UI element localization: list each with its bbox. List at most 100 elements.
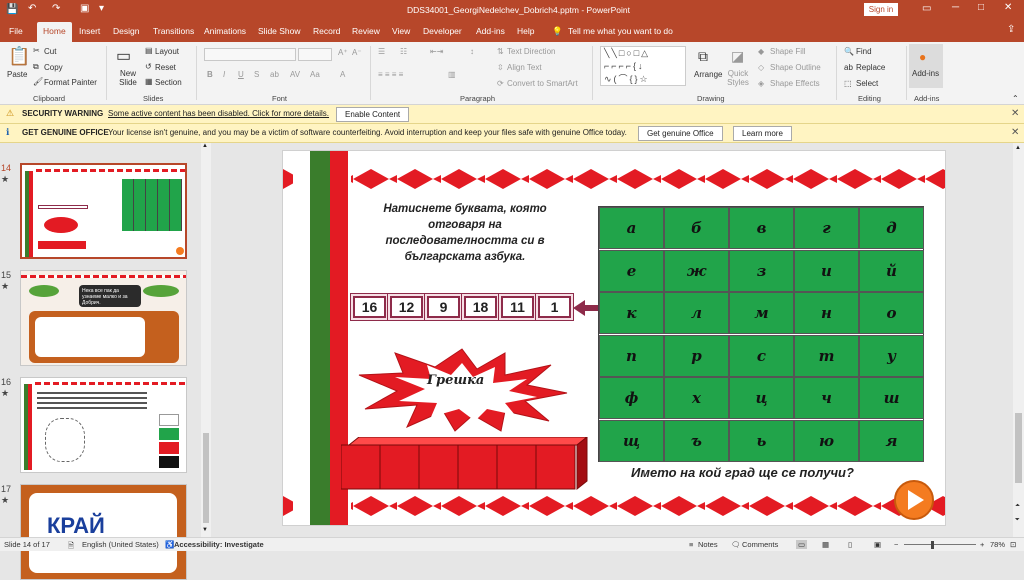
language-indicator[interactable]: English (United States) [82,540,159,549]
letter-tile[interactable]: к [599,292,664,334]
letter-tile[interactable]: щ [599,419,664,462]
line-spacing-icon[interactable]: ↕ [470,47,474,56]
letter-tile[interactable]: ц [729,377,794,419]
thumbnail-slide-14[interactable] [20,163,187,259]
reading-view-icon[interactable]: ▯ [848,540,852,549]
letter-tile[interactable]: ч [794,377,859,419]
start-from-beginning-icon[interactable]: ▣ [80,3,89,14]
letter-tile[interactable]: н [794,292,859,334]
tab-view[interactable]: View [392,26,410,36]
notes-button[interactable]: Notes [698,540,718,549]
tell-me-search[interactable]: Tell me what you want to do [568,26,673,36]
tab-insert[interactable]: Insert [79,26,100,36]
letter-tile[interactable]: м [729,292,794,334]
undo-icon[interactable]: ↶ [28,3,36,14]
letter-tile[interactable]: л [664,292,729,334]
letter-tile[interactable]: ж [664,249,729,292]
close-icon[interactable]: ✕ [1004,2,1012,13]
spell-check-icon[interactable]: 🗎 [68,540,74,553]
zoom-out-icon[interactable]: − [894,540,898,549]
shapes-gallery[interactable]: ╲╲□○□△ ⌐⌐⌐⌐{↓ ∿(⌒{}☆ [600,46,686,86]
thumbnail-slide-17[interactable]: КРАЙ [20,484,187,580]
letter-tile[interactable]: р [664,334,729,377]
letter-tile[interactable]: е [599,249,664,292]
quick-styles-button[interactable]: Quick Styles [726,69,750,87]
change-case-icon[interactable]: Aa [310,70,320,79]
paste-button[interactable]: Paste [7,70,27,79]
zoom-slider[interactable] [904,544,976,545]
letter-tile[interactable]: а [599,207,664,249]
maximize-icon[interactable]: □ [978,2,984,13]
shape-effects-button[interactable]: Shape Effects [770,79,820,88]
bold-icon[interactable]: B [207,70,213,79]
collapse-ribbon-icon[interactable]: ⌃ [1012,94,1019,103]
align-icons[interactable]: ≡ ≡ ≡ ≡ [378,70,403,79]
letter-tile[interactable]: с [729,334,794,377]
shrink-font-icon[interactable]: A⁻ [352,48,362,57]
get-genuine-button[interactable]: Get genuine Office [638,126,723,141]
letter-tile[interactable]: т [794,334,859,377]
font-name-box[interactable] [204,48,296,61]
tab-review[interactable]: Review [352,26,380,36]
close-genuine-bar-icon[interactable]: ✕ [1011,127,1019,138]
select-button[interactable]: Select [856,79,878,88]
format-painter-button[interactable]: Format Painter [44,78,97,87]
text-direction-button[interactable]: Text Direction [507,47,555,56]
numbering-icon[interactable]: ☷ [400,47,407,56]
bullets-icon[interactable]: ☰ [378,47,385,56]
shape-fill-button[interactable]: Shape Fill [770,47,806,56]
redo-icon[interactable]: ↷ [52,3,60,14]
grow-font-icon[interactable]: A⁺ [338,48,348,57]
section-button[interactable]: Section [155,78,182,87]
convert-smartart-button[interactable]: Convert to SmartArt [507,79,578,88]
letter-tile[interactable]: з [729,249,794,292]
minimize-icon[interactable]: ─ [952,2,959,13]
columns-icon[interactable]: ▥ [448,70,456,79]
tab-record[interactable]: Record [313,26,340,36]
tab-file[interactable]: File [9,26,23,36]
italic-icon[interactable]: I [223,70,225,79]
editor-scrollbar[interactable]: ▲ ⏶ ⏷ [1013,143,1024,537]
letter-tile[interactable]: ю [794,419,859,462]
letter-tile[interactable]: о [859,292,924,334]
zoom-slider-thumb[interactable] [931,541,934,549]
thumbnail-slide-16[interactable] [20,377,187,473]
tab-home[interactable]: Home [37,22,72,42]
sign-in-button[interactable]: Sign in [864,3,898,16]
underline-icon[interactable]: U [238,70,244,79]
cut-button[interactable]: Cut [44,47,56,56]
letter-tile[interactable]: ъ [664,419,729,462]
letter-tile[interactable]: в [729,207,794,249]
customize-qat-icon[interactable]: ▾ [99,3,104,14]
enable-content-button[interactable]: Enable Content [336,107,410,122]
fit-slide-icon[interactable]: ⊡ [1010,540,1016,549]
replace-button[interactable]: Replace [856,63,885,72]
reset-button[interactable]: Reset [155,63,176,72]
letter-tile[interactable]: п [599,334,664,377]
scroll-thumb[interactable] [1015,413,1022,483]
close-security-bar-icon[interactable]: ✕ [1011,108,1019,119]
next-slide-icon[interactable]: ⏷ [1015,517,1020,524]
comments-button[interactable]: Comments [742,540,778,549]
strikethrough-icon[interactable]: ab [270,70,279,79]
new-slide-button[interactable]: New Slide [115,69,141,87]
autosave-icon[interactable]: 💾 [6,4,18,15]
next-button[interactable] [893,479,935,521]
letter-tile[interactable]: х [664,377,729,419]
tab-help[interactable]: Help [517,26,534,36]
tab-animations[interactable]: Animations [204,26,246,36]
align-text-button[interactable]: Align Text [507,63,542,72]
zoom-in-icon[interactable]: + [980,540,984,549]
letter-tile[interactable]: ф [599,377,664,419]
add-ins-button[interactable]: Add-ins [912,69,939,78]
find-button[interactable]: Find [856,47,872,56]
letter-tile[interactable]: у [859,334,924,377]
layout-button[interactable]: Layout [155,47,179,56]
prev-slide-icon[interactable]: ⏶ [1015,503,1020,510]
slide-sorter-icon[interactable]: ▦ [822,540,829,549]
tab-design[interactable]: Design [113,26,139,36]
letter-tile[interactable]: ь [729,419,794,462]
letter-tile[interactable]: й [859,249,924,292]
thumbnail-scrollbar[interactable]: ▲ ▼ [201,143,211,537]
indent-icon[interactable]: ⇤⇥ [430,47,443,56]
